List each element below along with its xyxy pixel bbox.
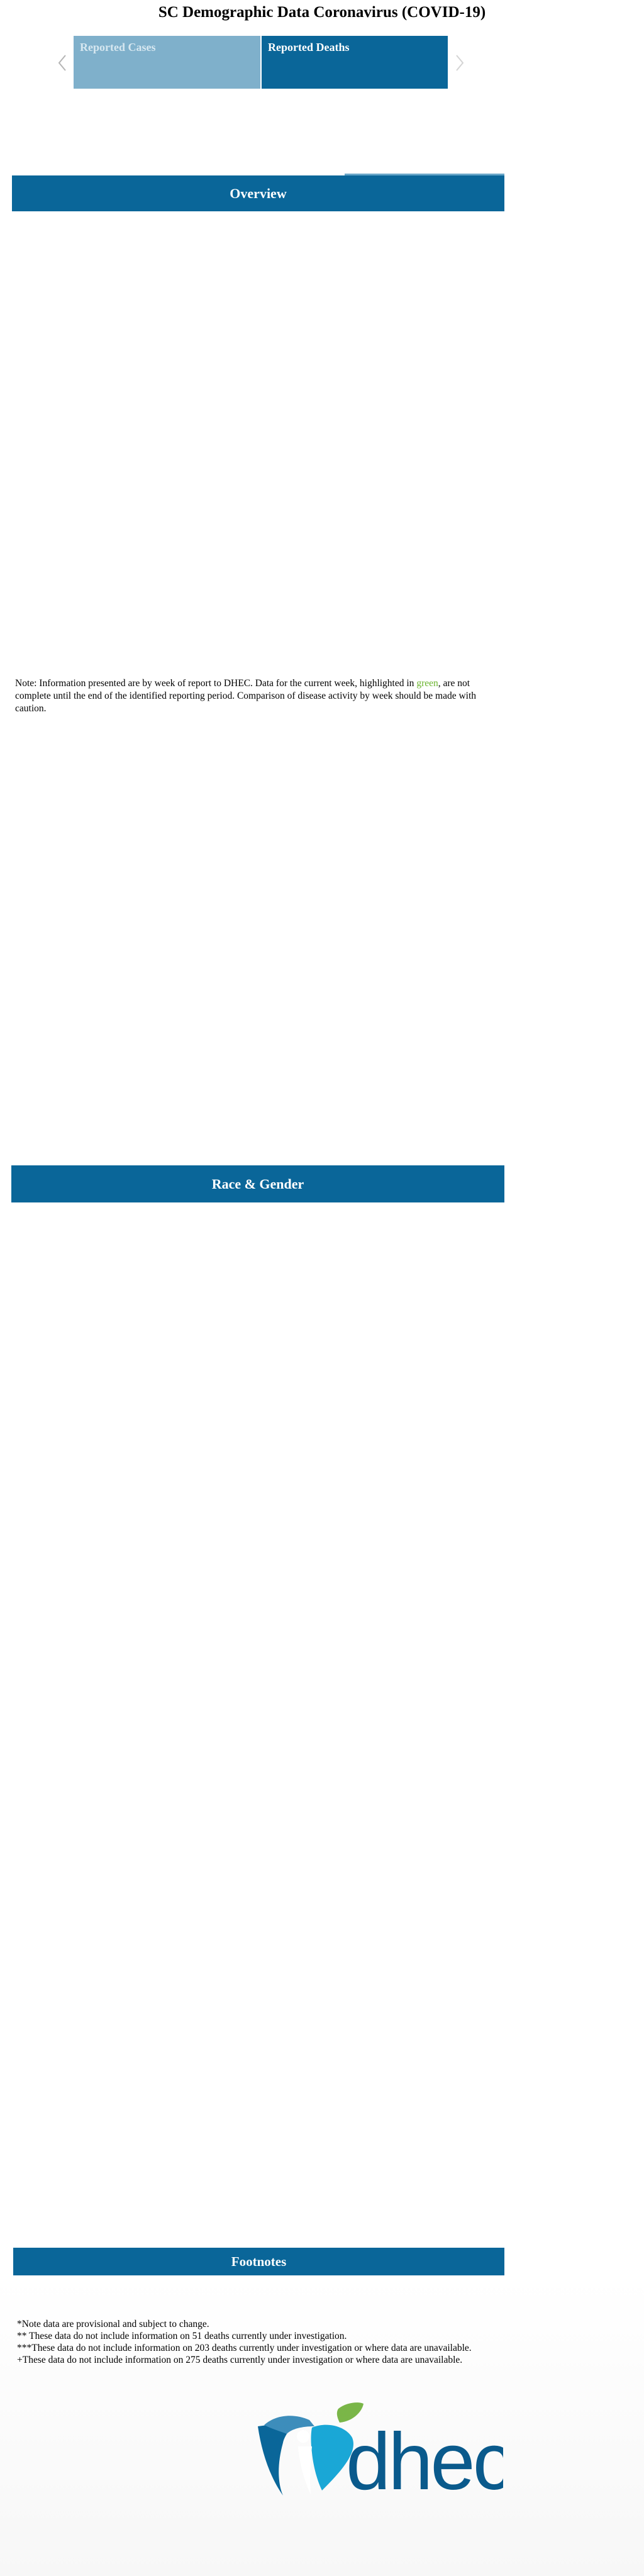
race-gender-section-title: Race & Gender (211, 1175, 304, 1192)
chevron-right-icon (456, 55, 464, 71)
note-text-start: Note: Information presented are by week … (15, 678, 417, 689)
carousel-next-button[interactable] (453, 50, 467, 75)
footnote-item: +These data do not include information o… (17, 2355, 463, 2365)
dhec-logo-wordmark: dhec (346, 2417, 503, 2497)
dhec-logo: dhec (252, 2402, 514, 2507)
footnotes-section-header: Footnotes (13, 2248, 504, 2275)
footnotes-section-title: Footnotes (231, 2253, 287, 2269)
footnote-item: ** These data do not include information… (17, 2331, 347, 2341)
footnotes-list: *Note data are provisional and subject t… (17, 2318, 508, 2366)
footnote-item: ***These data do not include information… (17, 2343, 472, 2353)
page-title: SC Demographic Data Coronavirus (COVID-1… (158, 4, 486, 21)
race-gender-section-header: Race & Gender (11, 1165, 504, 1202)
chevron-left-icon (58, 55, 66, 71)
tab-reported-deaths-label: Reported Deaths (268, 41, 350, 53)
overview-section-header: Overview (12, 175, 504, 211)
overview-section-title: Overview (230, 185, 287, 201)
tab-reported-cases-label: Reported Cases (80, 41, 156, 53)
tab-reported-cases[interactable]: Reported Cases (74, 36, 260, 89)
tab-reported-deaths[interactable]: Reported Deaths (262, 36, 448, 89)
dhec-logo-icon: dhec (258, 2402, 514, 2507)
footnote-item: *Note data are provisional and subject t… (17, 2319, 209, 2329)
note-highlight-green: green (416, 678, 438, 689)
weekly-report-note: Note: Information presented are by week … (15, 677, 503, 715)
carousel-prev-button[interactable] (55, 50, 69, 75)
